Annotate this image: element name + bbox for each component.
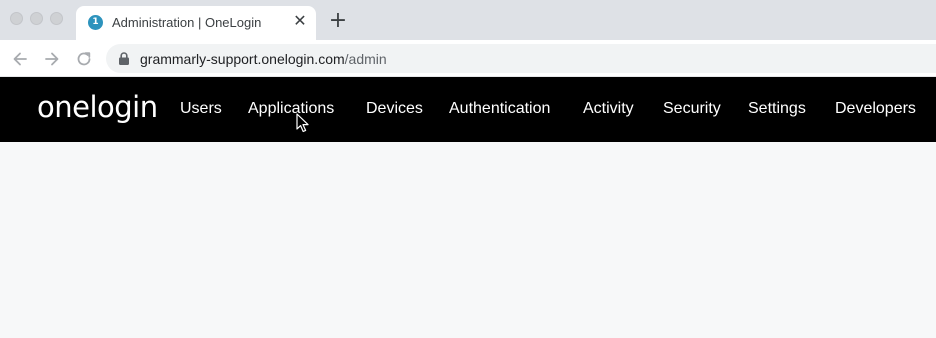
address-bar[interactable]: grammarly-support.onelogin.com/admin	[106, 44, 936, 73]
app-navbar: onelogin Users Applications Devices Auth…	[0, 77, 936, 142]
nav-item-security[interactable]: Security	[663, 100, 721, 118]
url-text: grammarly-support.onelogin.com/admin	[140, 51, 387, 67]
window-close-button[interactable]	[10, 12, 23, 25]
mouse-cursor-icon	[296, 113, 310, 133]
new-tab-button[interactable]: +	[328, 10, 348, 32]
main-content-area	[0, 142, 936, 338]
reload-icon[interactable]	[74, 49, 94, 69]
onelogin-favicon-icon: 1	[88, 15, 103, 30]
url-host: grammarly-support.onelogin.com	[140, 51, 345, 67]
tab-close-icon[interactable]: ✕	[292, 13, 308, 29]
browser-tab-strip: 1 Administration | OneLogin ✕ +	[0, 0, 936, 40]
forward-arrow-icon[interactable]	[42, 49, 62, 69]
nav-item-settings[interactable]: Settings	[748, 100, 806, 118]
window-minimize-button[interactable]	[30, 12, 43, 25]
nav-item-devices[interactable]: Devices	[366, 100, 423, 118]
lock-icon[interactable]	[118, 52, 130, 65]
nav-item-users[interactable]: Users	[180, 100, 222, 118]
window-maximize-button[interactable]	[50, 12, 63, 25]
nav-item-developers[interactable]: Developers	[835, 100, 916, 118]
url-path: /admin	[344, 51, 387, 67]
nav-item-authentication[interactable]: Authentication	[449, 100, 550, 118]
browser-tab[interactable]: 1 Administration | OneLogin ✕	[76, 6, 316, 40]
back-arrow-icon[interactable]	[10, 49, 30, 69]
nav-item-activity[interactable]: Activity	[583, 100, 634, 118]
onelogin-logo[interactable]: onelogin	[37, 90, 158, 124]
browser-toolbar: grammarly-support.onelogin.com/admin	[0, 40, 936, 77]
tab-title: Administration | OneLogin	[112, 15, 262, 30]
nav-item-applications[interactable]: Applications	[248, 100, 334, 118]
